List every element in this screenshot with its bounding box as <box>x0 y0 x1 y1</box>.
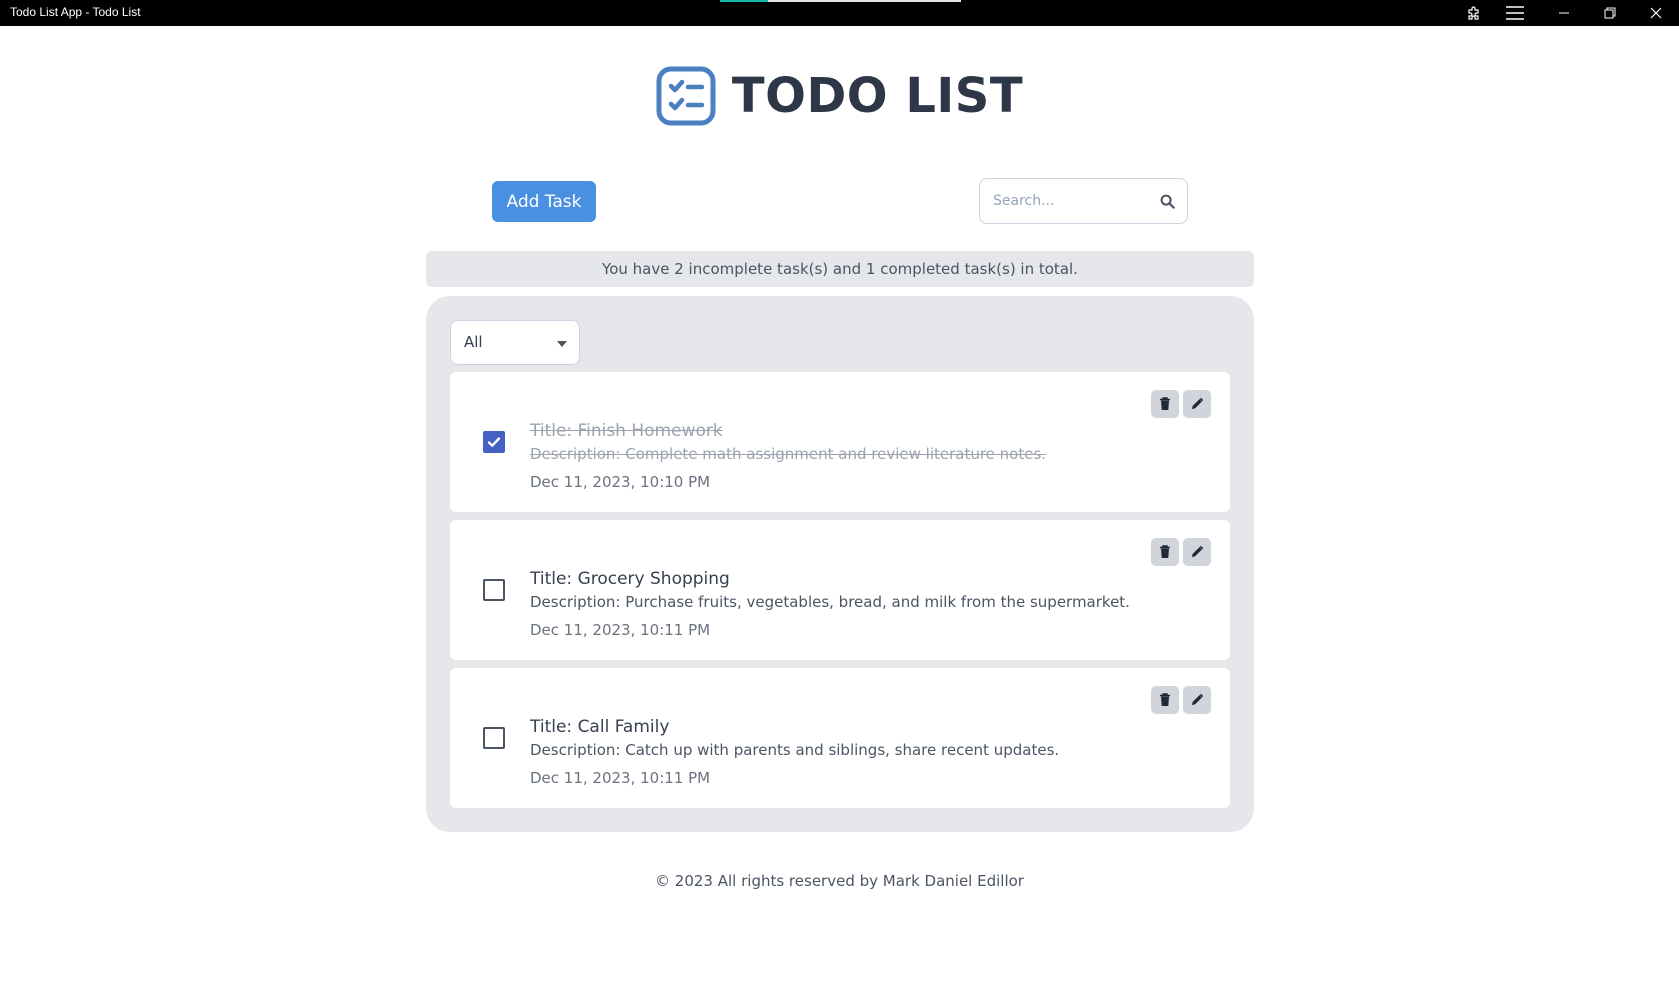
edit-task-button[interactable] <box>1183 538 1211 566</box>
pencil-icon <box>1192 693 1204 705</box>
pencil-icon <box>1192 545 1204 557</box>
minimize-icon[interactable] <box>1544 0 1584 26</box>
edit-task-button[interactable] <box>1183 686 1211 714</box>
task-card: Title: Call Family Description: Catch up… <box>450 668 1230 808</box>
extensions-icon[interactable] <box>1454 0 1494 26</box>
task-actions <box>1151 538 1211 566</box>
task-title: Title: Finish Homework <box>530 421 723 441</box>
task-checkbox[interactable] <box>483 727 505 749</box>
filter-selected-value: All <box>464 333 483 351</box>
task-checkbox[interactable] <box>483 431 505 453</box>
window-titlebar: Todo List App - Todo List <box>0 0 1679 26</box>
loading-progress-bar <box>720 0 961 2</box>
trash-icon <box>1160 693 1170 706</box>
footer-copyright: © 2023 All rights reserved by Mark Danie… <box>655 872 1024 890</box>
window-title: Todo List App - Todo List <box>10 5 141 19</box>
trash-icon <box>1160 545 1170 558</box>
search-icon[interactable] <box>1160 194 1175 209</box>
task-date: Dec 11, 2023, 10:11 PM <box>530 621 711 639</box>
task-description: Description: Purchase fruits, vegetables… <box>530 593 1130 611</box>
loading-progress-fill <box>720 0 769 2</box>
task-card: Title: Finish Homework Description: Comp… <box>450 372 1230 512</box>
delete-task-button[interactable] <box>1151 538 1179 566</box>
check-icon <box>487 437 501 447</box>
page-header: TODO LIST <box>0 66 1679 126</box>
trash-icon <box>1160 397 1170 410</box>
task-list-panel: All Title: Finish Homework Description: … <box>426 296 1254 832</box>
delete-task-button[interactable] <box>1151 390 1179 418</box>
delete-task-button[interactable] <box>1151 686 1179 714</box>
checklist-icon <box>656 66 716 126</box>
menu-icon[interactable] <box>1495 0 1535 26</box>
restore-icon[interactable] <box>1590 0 1630 26</box>
task-actions <box>1151 686 1211 714</box>
task-actions <box>1151 390 1211 418</box>
task-description: Description: Complete math assignment an… <box>530 445 1047 463</box>
task-description: Description: Catch up with parents and s… <box>530 741 1060 759</box>
close-icon[interactable] <box>1636 0 1676 26</box>
task-summary: You have 2 incomplete task(s) and 1 comp… <box>426 251 1254 287</box>
task-date: Dec 11, 2023, 10:10 PM <box>530 473 711 491</box>
task-title: Title: Grocery Shopping <box>530 569 730 589</box>
search-box <box>979 178 1188 224</box>
task-checkbox[interactable] <box>483 579 505 601</box>
caret-down-icon <box>557 341 567 347</box>
filter-select[interactable]: All <box>450 320 580 365</box>
edit-task-button[interactable] <box>1183 390 1211 418</box>
pencil-icon <box>1192 397 1204 409</box>
task-title: Title: Call Family <box>530 717 670 737</box>
search-input[interactable] <box>993 189 1153 213</box>
page-title: TODO LIST <box>731 68 1024 124</box>
task-card: Title: Grocery Shopping Description: Pur… <box>450 520 1230 660</box>
add-task-button[interactable]: Add Task <box>492 181 596 222</box>
task-date: Dec 11, 2023, 10:11 PM <box>530 769 711 787</box>
